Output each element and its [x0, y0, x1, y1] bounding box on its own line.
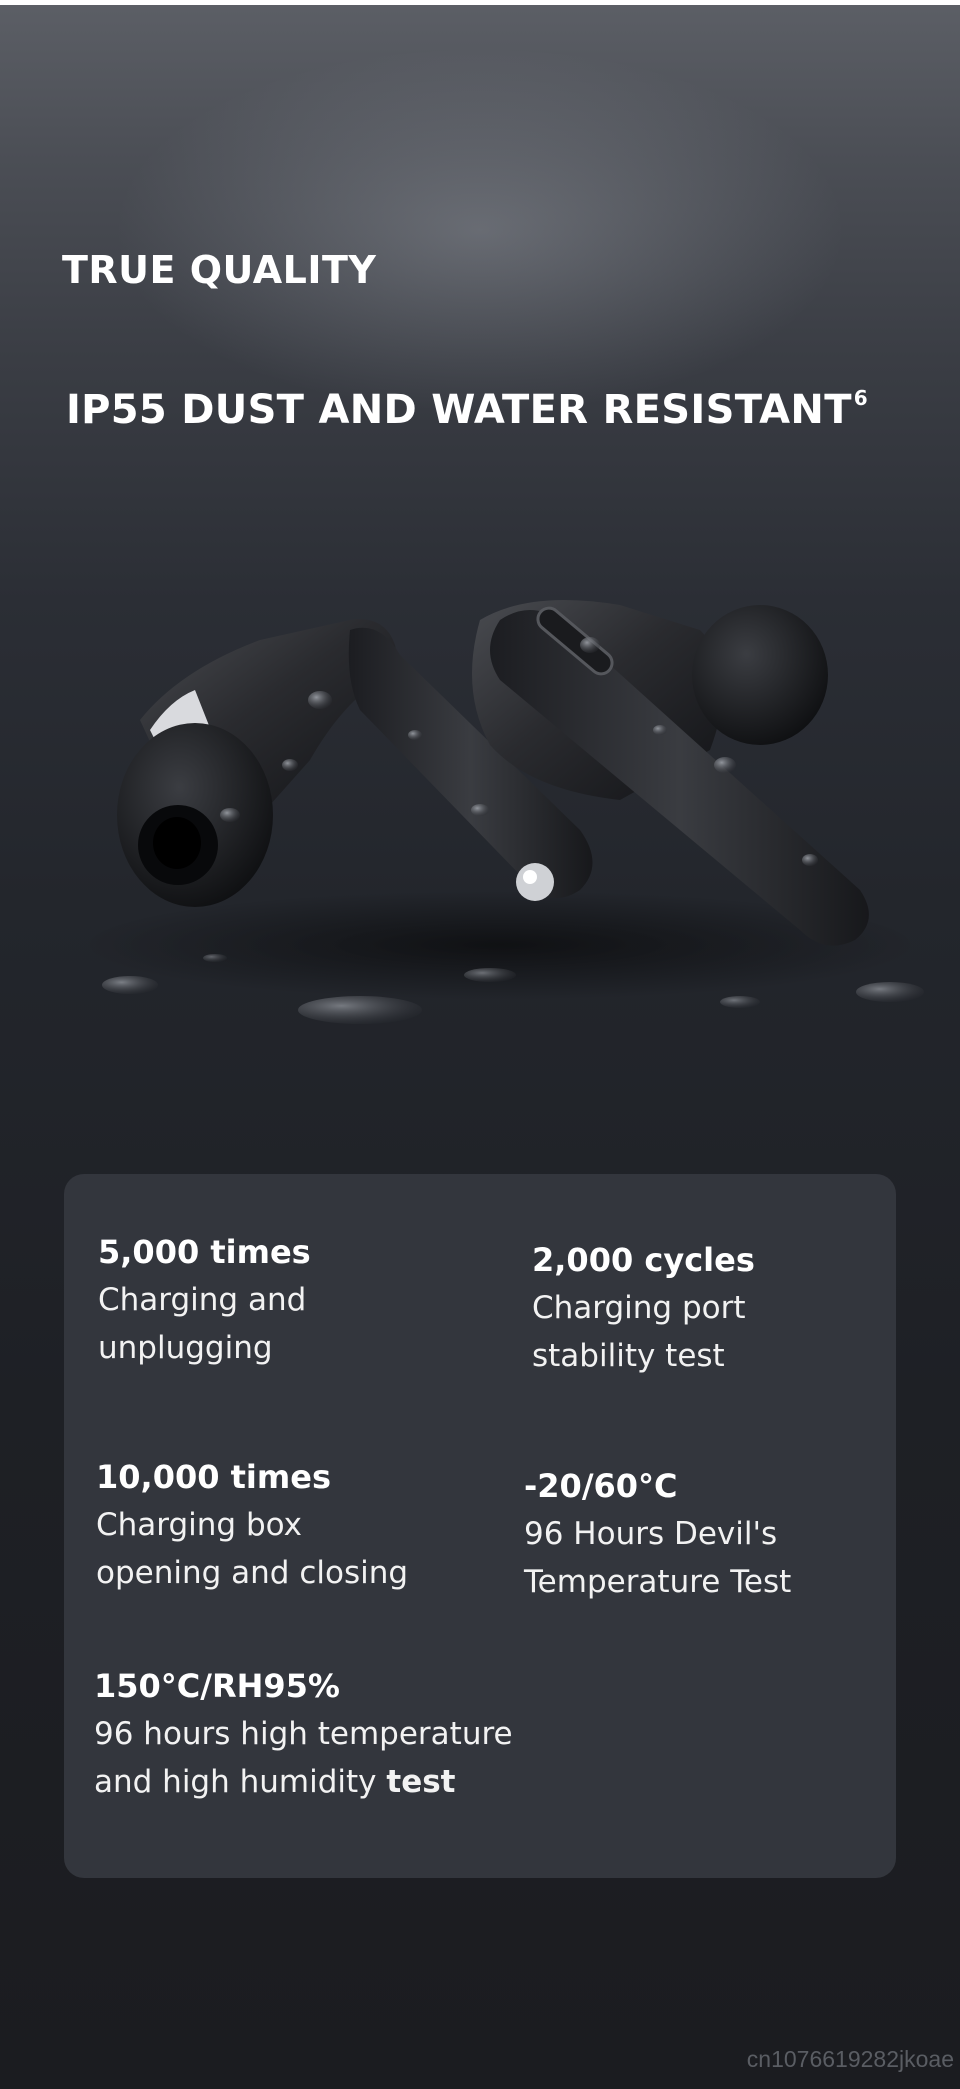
stat-value: 2,000 cycles	[532, 1241, 755, 1279]
product-page: TRUE QUALITY IP55 DUST AND WATER RESISTA…	[0, 0, 960, 2089]
stat-value: -20/60°C	[524, 1467, 678, 1505]
durability-stats-card: 5,000 times Charging and unplugging 2,00…	[64, 1174, 896, 1878]
stat-desc-line: Charging box	[96, 1507, 302, 1543]
stat-value: 10,000 times	[96, 1458, 331, 1496]
stat-value: 5,000 times	[98, 1233, 311, 1271]
stat-desc-line: Charging port	[532, 1290, 746, 1326]
stat-desc-line: opening and closing	[96, 1555, 409, 1591]
page-headline: IP55 DUST AND WATER RESISTANT 6	[66, 386, 868, 433]
earbuds-product-image	[80, 600, 924, 1024]
stat-desc-line: Temperature Test	[524, 1564, 792, 1600]
stat-desc-line: 96 hours high temperature	[94, 1716, 513, 1752]
section-eyebrow: TRUE QUALITY	[62, 248, 377, 292]
stat-charging-port: 2,000 cycles Charging port stability tes…	[532, 1236, 932, 1380]
stat-desc-text: and high humidity	[94, 1764, 387, 1800]
stat-charging-box: 10,000 times Charging box opening and cl…	[96, 1453, 496, 1597]
stat-desc-line: Charging and	[98, 1282, 307, 1318]
stat-temperature-test: -20/60°C 96 Hours Devil's Temperature Te…	[524, 1462, 924, 1606]
stat-desc-line: unplugging	[98, 1330, 273, 1366]
top-divider	[0, 0, 960, 5]
stat-desc-line: 96 Hours Devil's	[524, 1516, 778, 1552]
stat-desc-bold: test	[386, 1764, 456, 1800]
headline-footnote: 6	[853, 386, 869, 410]
stat-charging-unplugging: 5,000 times Charging and unplugging	[98, 1228, 498, 1372]
watermark: cn1076619282jkoae	[746, 2046, 954, 2072]
stat-desc-line: and high humidity test	[94, 1758, 614, 1806]
stat-value: 150°C/RH95%	[94, 1667, 340, 1705]
stat-desc-line: stability test	[532, 1338, 725, 1374]
stat-humidity-test: 150°C/RH95% 96 hours high temperature an…	[94, 1662, 614, 1806]
headline-text: IP55 DUST AND WATER RESISTANT	[66, 387, 852, 433]
